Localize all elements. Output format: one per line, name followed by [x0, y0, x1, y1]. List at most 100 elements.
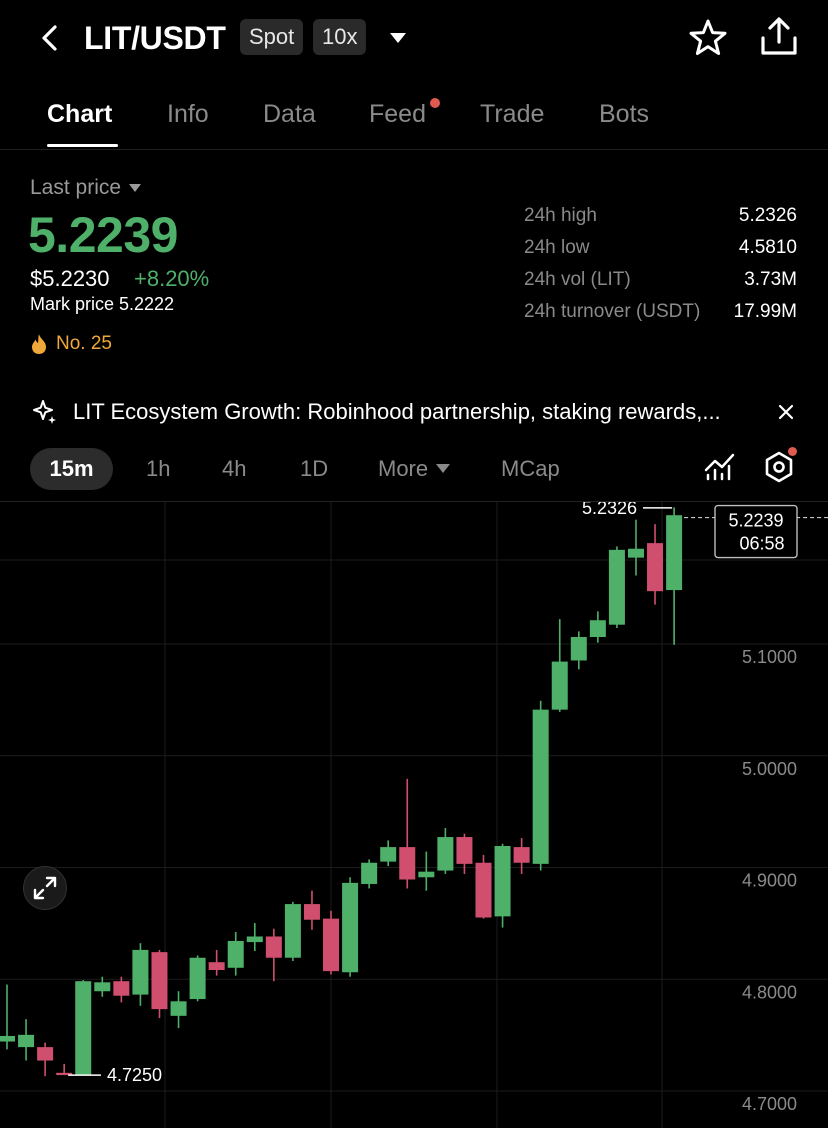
candle-body	[246, 936, 263, 943]
interval-1d[interactable]: 1D	[300, 456, 328, 482]
candle-body	[513, 847, 530, 863]
candle-body	[570, 637, 587, 661]
candle-body	[170, 1001, 187, 1016]
candle	[284, 901, 301, 962]
candle	[18, 1019, 35, 1061]
candle-body	[437, 837, 454, 871]
close-icon[interactable]	[774, 400, 798, 424]
candle	[0, 984, 15, 1050]
candle	[532, 700, 549, 871]
candle	[75, 980, 92, 1076]
interval-more-label: More	[378, 456, 429, 481]
back-button[interactable]	[30, 18, 70, 58]
y-axis-tick-label: 5.0000	[742, 759, 797, 779]
candle	[647, 524, 664, 605]
candle	[551, 619, 568, 712]
candle	[323, 910, 340, 975]
star-icon	[689, 19, 727, 55]
stat-label-low: 24h low	[524, 237, 590, 258]
candle	[227, 932, 244, 976]
rank-text: No. 25	[56, 333, 112, 354]
candle-body	[666, 515, 683, 591]
candle-body	[399, 847, 416, 880]
last-price-label: Last price	[30, 176, 122, 199]
y-axis-tick-label: 4.7000	[742, 1094, 797, 1114]
candle	[189, 955, 206, 1002]
rank-badge[interactable]: No. 25	[30, 333, 112, 355]
interval-15m[interactable]: 15m	[30, 448, 113, 490]
candle	[246, 923, 263, 952]
chart-canvas: 5.1000 5.0000 4.9000 4.8000 4.7000 5.2239 06:…	[0, 502, 828, 1128]
candle-body	[323, 918, 340, 972]
indicators-button[interactable]	[704, 450, 736, 482]
candle	[303, 890, 320, 930]
stat-value-turnover: 17.99M	[733, 301, 797, 322]
fullscreen-button[interactable]	[23, 866, 67, 910]
tab-chart[interactable]: Chart	[47, 100, 112, 129]
caret-down-icon	[436, 463, 451, 473]
candlestick-chart[interactable]: 5.1000 5.0000 4.9000 4.8000 4.7000 5.2239 06:…	[0, 501, 828, 1128]
candle	[475, 854, 492, 919]
caret-down-icon	[129, 184, 142, 192]
active-tab-indicator	[47, 144, 118, 147]
candle-body	[265, 936, 282, 958]
y-axis-tick-label: 4.8000	[742, 982, 797, 1002]
news-banner[interactable]: LIT Ecosystem Growth: Robinhood partners…	[30, 396, 810, 432]
pair-dropdown-button[interactable]	[386, 26, 410, 50]
leverage-badge: 10x	[313, 19, 367, 55]
candle	[608, 546, 625, 629]
candle-body	[37, 1047, 54, 1061]
last-price-value: 5.2239	[28, 207, 178, 263]
last-price-selector[interactable]: Last price	[30, 176, 142, 200]
candle-body	[475, 862, 492, 918]
tab-data[interactable]: Data	[263, 100, 316, 129]
candle-body	[227, 940, 244, 968]
news-text: LIT Ecosystem Growth: Robinhood partners…	[73, 399, 721, 424]
candle	[589, 611, 606, 643]
interval-4h[interactable]: 4h	[222, 456, 246, 482]
candle-body	[132, 949, 149, 995]
favorite-button[interactable]	[688, 18, 728, 58]
expand-icon	[33, 876, 57, 900]
candle-body	[456, 837, 473, 864]
interval-1h[interactable]: 1h	[146, 456, 170, 482]
flame-icon	[32, 334, 46, 354]
tab-bots[interactable]: Bots	[599, 100, 649, 129]
candle-body	[608, 549, 625, 625]
usd-price: $5.2230	[30, 266, 110, 291]
candle	[56, 1063, 73, 1076]
tab-trade[interactable]: Trade	[480, 100, 544, 129]
candle	[37, 1042, 54, 1077]
interval-more-button[interactable]: More	[378, 456, 451, 482]
candle	[513, 838, 530, 874]
candle-body	[627, 548, 644, 558]
candle-body	[589, 620, 606, 638]
candle	[627, 519, 644, 576]
chevron-left-icon	[42, 25, 57, 51]
candle	[113, 976, 130, 1003]
price-change-percent: +8.20%	[134, 266, 210, 291]
candle	[570, 631, 587, 670]
pair-title[interactable]: LIT/USDT	[84, 20, 226, 57]
last-price-tag-value: 5.2239	[728, 511, 783, 531]
candle	[151, 949, 168, 1019]
candle-body	[189, 957, 206, 1000]
share-button[interactable]	[758, 16, 800, 58]
stat-label-high: 24h high	[524, 205, 597, 226]
tab-info[interactable]: Info	[167, 100, 209, 129]
candle	[170, 991, 187, 1029]
candle	[208, 949, 225, 976]
stat-label-turnover: 24h turnover (USDT)	[524, 301, 701, 322]
tab-feed[interactable]: Feed	[369, 100, 426, 129]
low-marker-label: 4.7250	[107, 1065, 162, 1085]
main-tabs: Chart Info Data Feed Trade Bots	[0, 88, 828, 150]
mcap-toggle[interactable]: MCap	[501, 456, 560, 482]
candle	[380, 840, 397, 867]
stat-value-volume: 3.73M	[744, 269, 797, 290]
candle-body	[551, 661, 568, 710]
candle-body	[418, 871, 435, 878]
grid-layer	[0, 502, 828, 1128]
candle-body	[151, 952, 168, 1010]
candle-body	[94, 982, 111, 992]
caret-down-icon	[390, 33, 406, 43]
